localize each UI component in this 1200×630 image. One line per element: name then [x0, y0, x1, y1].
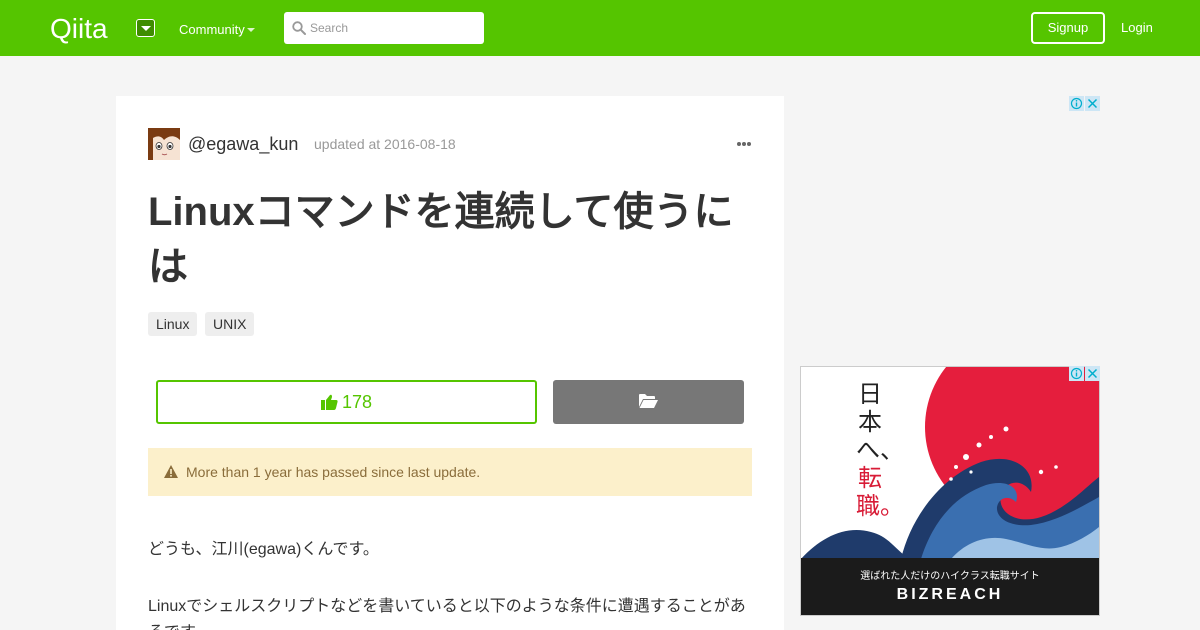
alert-message: More than 1 year has passed since last u…	[186, 464, 481, 480]
article-title: Linuxコマンドを連続して使うには	[148, 190, 734, 289]
search-icon	[292, 21, 306, 35]
like-button[interactable]: 178	[156, 380, 537, 424]
search-input[interactable]	[310, 14, 480, 42]
ad-info-icon[interactable]	[1069, 96, 1100, 111]
like-count: 178	[341, 392, 373, 412]
ad-headline: 日本へ、転職。	[856, 380, 904, 520]
chevron-down-icon	[247, 28, 255, 32]
ad-close-icon[interactable]	[1069, 366, 1100, 381]
author-name[interactable]: @egawa_kun	[188, 133, 298, 155]
author-avatar[interactable]	[148, 128, 180, 160]
stock-button[interactable]	[553, 380, 744, 424]
signup-button[interactable]: Signup	[1031, 12, 1105, 44]
article-paragraph: どうも、江川(egawa)くんです。	[148, 541, 379, 558]
warning-icon	[164, 465, 178, 478]
login-link[interactable]: Login	[1121, 20, 1153, 36]
updated-date: updated at 2016-08-18	[314, 136, 456, 152]
folder-open-icon	[639, 394, 658, 408]
logo-dropdown-button[interactable]	[136, 19, 155, 37]
tag-linux[interactable]: Linux	[148, 312, 198, 336]
logo-text: Qiita	[50, 13, 108, 44]
ad-brand: BIZREACH	[896, 586, 1004, 603]
ad-wave-illustration	[801, 367, 1099, 559]
qiita-logo[interactable]: Qiita	[50, 12, 126, 44]
thumbs-up-icon	[320, 394, 338, 410]
community-menu[interactable]: Community	[179, 22, 245, 38]
article-paragraph: Linuxでシェルスクリプトなどを書いていると以下のような条件に遭遇することがあ…	[148, 598, 746, 630]
tag-unix[interactable]: UNIX	[205, 312, 255, 336]
ellipsis-icon[interactable]	[736, 140, 752, 148]
ad-subline: 選ばれた人だけのハイクラス転職サイト	[860, 571, 1040, 582]
